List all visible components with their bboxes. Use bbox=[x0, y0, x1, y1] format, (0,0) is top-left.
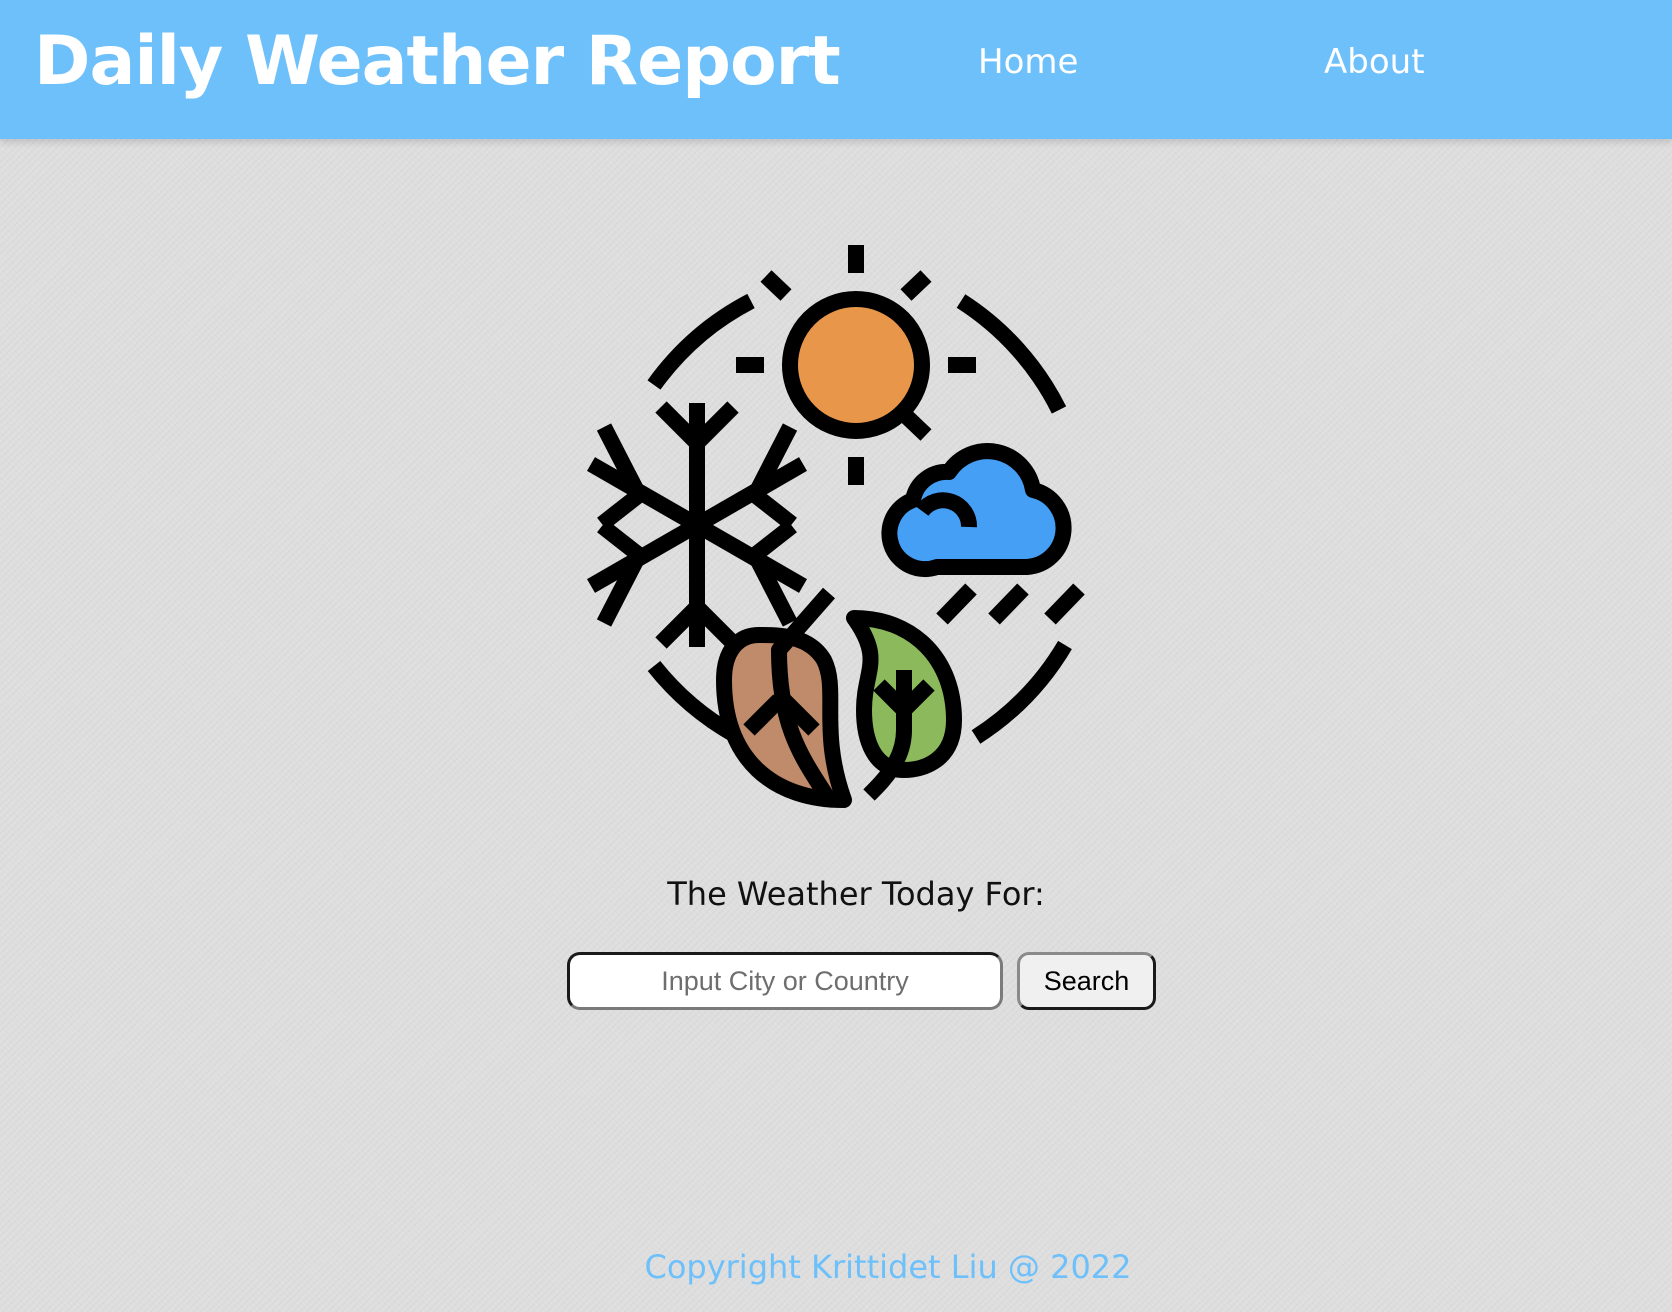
green-leaf-icon bbox=[846, 610, 962, 801]
city-search-input[interactable] bbox=[567, 952, 1003, 1010]
navbar: Daily Weather Report Home About bbox=[0, 0, 1672, 139]
weather-prompt: The Weather Today For: bbox=[667, 875, 1045, 913]
search-button[interactable]: Search bbox=[1017, 952, 1156, 1010]
ring-arc-bottom-right bbox=[971, 640, 1072, 744]
four-seasons-weather-icon bbox=[587, 245, 1085, 808]
footer-copyright: Copyright Krittidet Liu @ 2022 bbox=[644, 1248, 1132, 1286]
ring-arc-top-right bbox=[956, 294, 1067, 414]
site-title: Daily Weather Report bbox=[34, 22, 841, 101]
nav-home-link[interactable]: Home bbox=[978, 40, 1078, 84]
snowflake-icon bbox=[587, 401, 807, 649]
cloud-icon bbox=[881, 443, 1072, 578]
rain-icon bbox=[936, 583, 1085, 625]
nav-about-link[interactable]: About bbox=[1324, 40, 1425, 84]
